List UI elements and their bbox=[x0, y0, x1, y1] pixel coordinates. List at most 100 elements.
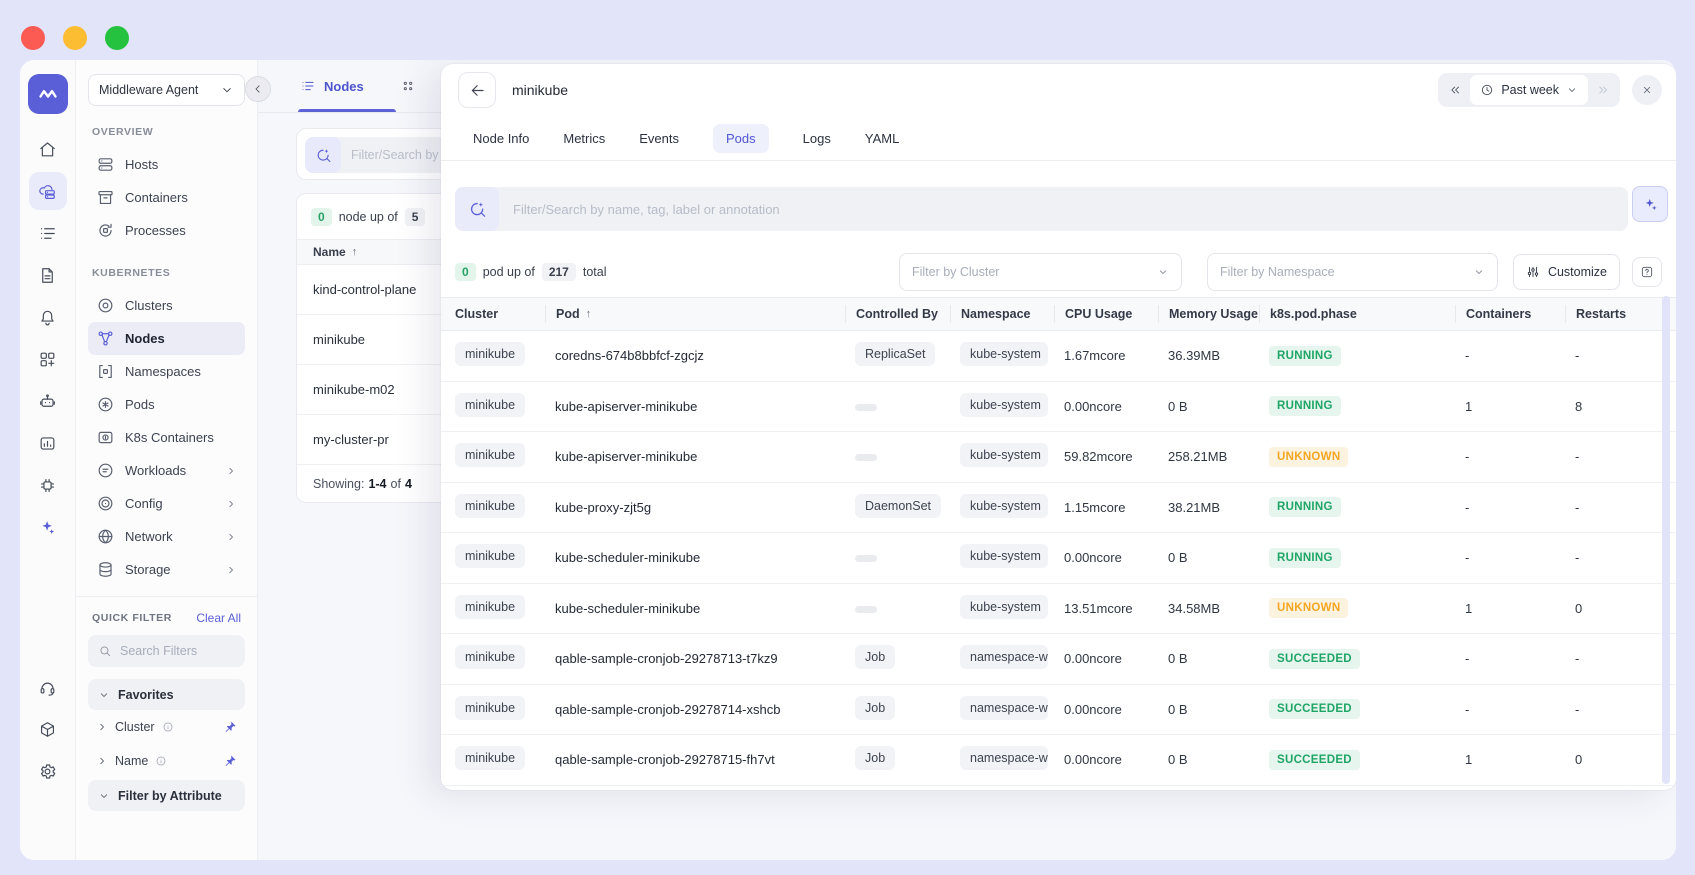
rail-reports-button[interactable] bbox=[29, 256, 67, 294]
sidebar-item-namespaces[interactable]: Namespaces bbox=[88, 355, 245, 388]
rail-anomaly-button[interactable] bbox=[29, 424, 67, 462]
column-header-controlled-by[interactable]: Controlled By bbox=[845, 305, 950, 323]
middleware-logo[interactable] bbox=[27, 74, 68, 114]
drawer-tab-events[interactable]: Events bbox=[639, 124, 679, 153]
chevron-left-icon bbox=[251, 82, 265, 96]
time-back-button[interactable] bbox=[1440, 75, 1470, 105]
favorites-toggle[interactable]: Favorites bbox=[88, 679, 245, 710]
filter-by-cluster-select[interactable]: Filter by Cluster bbox=[898, 253, 1182, 291]
column-header-pod[interactable]: Pod ↑ bbox=[545, 305, 845, 323]
pod-row[interactable]: minikube qable-sample-cronjob-29278714-x… bbox=[441, 685, 1676, 735]
rail-integrations-button[interactable] bbox=[29, 710, 67, 748]
drawer-tab-logs[interactable]: Logs bbox=[803, 124, 831, 153]
nodes-icon bbox=[96, 329, 115, 348]
minimize-window-button[interactable] bbox=[63, 26, 87, 50]
chevron-right-icon bbox=[225, 465, 237, 477]
column-header-containers[interactable]: Containers bbox=[1455, 305, 1565, 323]
sidebar-item-processes[interactable]: Processes bbox=[88, 214, 245, 247]
column-header-memory-usage[interactable]: Memory Usage bbox=[1158, 305, 1259, 323]
section-label-kubernetes: KUBERNETES bbox=[92, 267, 171, 279]
pod-row[interactable]: minikube kube-scheduler-minikube kube-sy… bbox=[441, 584, 1676, 634]
clear-all-link[interactable]: Clear All bbox=[196, 611, 241, 625]
rail-settings-button[interactable] bbox=[29, 752, 67, 790]
filter-by-attribute-label: Filter by Attribute bbox=[118, 788, 222, 803]
back-button[interactable] bbox=[458, 72, 496, 108]
close-window-button[interactable] bbox=[21, 26, 45, 50]
sidebar-item-containers[interactable]: Containers bbox=[88, 181, 245, 214]
controlled-by-badge: ReplicaSet bbox=[855, 342, 936, 367]
sidebar-item-nodes[interactable]: Nodes bbox=[88, 322, 245, 355]
pod-row[interactable]: minikube qable-sample-cronjob-29278713-t… bbox=[441, 634, 1676, 685]
pod-row[interactable]: minikube qable-sample-cronjob-29278715-f… bbox=[441, 735, 1676, 786]
drawer-tab-yaml[interactable]: YAML bbox=[865, 124, 899, 153]
filter-search-box[interactable] bbox=[88, 635, 245, 667]
sidebar-item-storage[interactable]: Storage bbox=[88, 553, 245, 586]
sidebar-item-k8s-containers[interactable]: K8s Containers bbox=[88, 421, 245, 454]
sidebar-item-label: Containers bbox=[125, 190, 188, 205]
pod-row[interactable]: minikube coredns-674b8bbfcf-zgcjz Replic… bbox=[441, 331, 1676, 382]
pod-name: coredns-674b8bbfcf-zgcjz bbox=[555, 348, 704, 364]
pod-row[interactable]: minikube kube-apiserver-minikube kube-sy… bbox=[441, 432, 1676, 483]
column-header-cluster[interactable]: Cluster bbox=[455, 305, 545, 323]
quick-filter-cluster[interactable]: Cluster bbox=[88, 710, 245, 744]
pod-row[interactable]: minikube kube-scheduler-minikube kube-sy… bbox=[441, 533, 1676, 584]
drawer-tab-pods[interactable]: Pods bbox=[713, 123, 769, 153]
rail-resources-button[interactable] bbox=[29, 466, 67, 504]
rail-logs-button[interactable] bbox=[29, 214, 67, 252]
column-header-cpu-usage[interactable]: CPU Usage bbox=[1054, 305, 1158, 323]
rail-support-button[interactable] bbox=[29, 668, 67, 706]
column-header-restarts[interactable]: Restarts bbox=[1565, 305, 1676, 323]
pods-icon bbox=[96, 395, 115, 414]
controlled-by-badge: DaemonSet bbox=[855, 493, 942, 518]
tab-nodes-list[interactable]: Nodes bbox=[300, 78, 364, 94]
pods-search-input[interactable] bbox=[499, 201, 1628, 217]
pod-row[interactable]: minikube kube-proxy-zjt5g DaemonSet kube… bbox=[441, 483, 1676, 533]
chevron-right-icon bbox=[225, 564, 237, 576]
column-header-k8s-pod-phase[interactable]: k8s.pod.phase bbox=[1259, 305, 1455, 323]
quick-filter-name[interactable]: Name bbox=[88, 744, 245, 778]
sidebar-item-label: Storage bbox=[125, 562, 171, 577]
sidebar-item-hosts[interactable]: Hosts bbox=[88, 148, 245, 181]
sidebar-item-config[interactable]: Config bbox=[88, 487, 245, 520]
chevron-down-icon bbox=[98, 689, 110, 701]
tab-grid-view[interactable] bbox=[400, 78, 416, 94]
rail-infrastructure-button[interactable] bbox=[28, 172, 67, 210]
close-drawer-button[interactable] bbox=[1632, 75, 1662, 105]
customize-button[interactable]: Customize bbox=[1512, 254, 1620, 290]
workspace-selector[interactable]: Middleware Agent bbox=[88, 74, 245, 106]
time-forward-button[interactable] bbox=[1588, 75, 1618, 105]
drawer-tab-node-info[interactable]: Node Info bbox=[473, 124, 529, 153]
empty-value-bar bbox=[855, 605, 877, 613]
rail-alerts-button[interactable] bbox=[29, 298, 67, 336]
ai-query-button[interactable] bbox=[1632, 186, 1668, 222]
ai-assist-icon bbox=[38, 518, 57, 537]
filter-by-attribute-toggle[interactable]: Filter by Attribute bbox=[88, 780, 245, 811]
sidebar-item-network[interactable]: Network bbox=[88, 520, 245, 553]
cpu-usage-value: 0.00ncore bbox=[1064, 701, 1122, 717]
pod-row[interactable]: minikube kube-apiserver-minikube kube-sy… bbox=[441, 382, 1676, 432]
pod-phase-badge: RUNNING bbox=[1269, 345, 1341, 366]
sidebar: Middleware Agent OVERVIEW Hosts Containe… bbox=[76, 60, 258, 860]
pod-phase-badge: SUCCEEDED bbox=[1269, 648, 1360, 669]
sidebar-item-workloads[interactable]: Workloads bbox=[88, 454, 245, 487]
rail-dashboards-button[interactable] bbox=[29, 340, 67, 378]
maximize-window-button[interactable] bbox=[105, 26, 129, 50]
time-range-selector[interactable]: Past week bbox=[1470, 75, 1588, 105]
filter-by-namespace-select[interactable]: Filter by Namespace bbox=[1206, 253, 1498, 291]
collapse-sidebar-button[interactable] bbox=[245, 76, 271, 102]
sidebar-item-pods[interactable]: Pods bbox=[88, 388, 245, 421]
rail-ai-assist-button[interactable] bbox=[29, 508, 67, 546]
namespace-badge: kube-system bbox=[960, 392, 1048, 417]
double-chevron-right-icon bbox=[1596, 83, 1610, 97]
drawer-scrollbar[interactable] bbox=[1662, 296, 1670, 784]
rail-ai-agent-button[interactable] bbox=[29, 382, 67, 420]
search-filters-input[interactable] bbox=[120, 644, 230, 658]
rail-home-button[interactable] bbox=[29, 130, 67, 168]
help-button[interactable] bbox=[1632, 257, 1662, 287]
pod-phase-badge: SUCCEEDED bbox=[1269, 699, 1360, 720]
containers-value: - bbox=[1465, 701, 1470, 717]
column-header-namespace[interactable]: Namespace bbox=[950, 305, 1054, 323]
drawer-tab-metrics[interactable]: Metrics bbox=[563, 124, 605, 153]
pod-phase-badge: UNKNOWN bbox=[1269, 598, 1349, 619]
sidebar-item-clusters[interactable]: Clusters bbox=[88, 289, 245, 322]
